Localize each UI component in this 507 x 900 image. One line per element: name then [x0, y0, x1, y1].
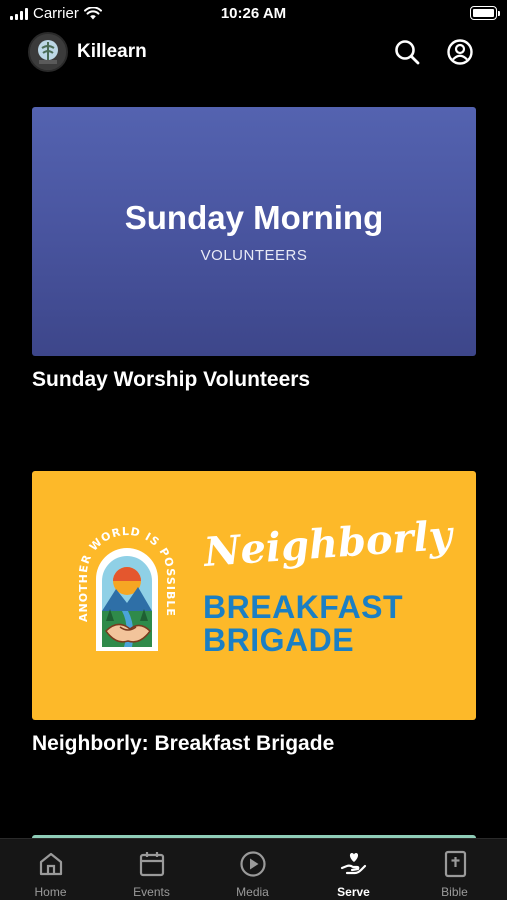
home-icon — [39, 852, 63, 876]
tab-home[interactable]: Home — [0, 839, 101, 900]
serve-card[interactable]: Sunday Morning VOLUNTEERS Sunday Worship… — [32, 107, 476, 392]
image-script-title: Neighborly — [202, 511, 454, 576]
tab-label: Media — [236, 885, 269, 899]
tab-label: Events — [133, 885, 170, 899]
status-time: 10:26 AM — [220, 5, 287, 22]
image-subline: VOLUNTEERS — [200, 247, 308, 264]
serve-card[interactable]: ANOTHER WORLD IS POSSIBLE Neighborly BRE… — [32, 471, 476, 756]
calendar-icon — [139, 852, 165, 877]
app-name: Killearn — [77, 41, 147, 62]
image-line-2: BRIGADE — [203, 622, 355, 658]
church-logo[interactable] — [28, 32, 68, 72]
tab-label: Serve — [337, 885, 370, 899]
tab-serve[interactable]: Serve — [303, 839, 404, 900]
image-headline: Sunday Morning — [124, 199, 384, 236]
tab-media[interactable]: Media — [202, 839, 303, 900]
card-title[interactable]: Sunday Worship Volunteers — [32, 368, 476, 392]
serve-hand-icon — [340, 853, 367, 875]
logo-emblem-icon — [30, 34, 66, 70]
app-header: Killearn — [0, 28, 507, 78]
tab-label: Home — [34, 885, 67, 899]
battery-icon — [470, 6, 500, 20]
image-line-1: BREAKFAST — [203, 589, 404, 625]
card-image[interactable]: Sunday Morning VOLUNTEERS — [32, 107, 476, 356]
card-image[interactable]: ANOTHER WORLD IS POSSIBLE Neighborly BRE… — [32, 471, 476, 720]
bible-icon — [444, 850, 467, 878]
tab-bar: Home Events Media Serve Bible — [0, 838, 507, 900]
tab-events[interactable]: Events — [101, 839, 202, 900]
serve-feed: Sunday Morning VOLUNTEERS Sunday Worship… — [0, 78, 507, 838]
tab-label: Bible — [441, 885, 468, 899]
status-bar: Carrier 10:26 AM — [0, 0, 507, 28]
account-icon[interactable] — [446, 38, 474, 66]
tab-bible[interactable]: Bible — [404, 839, 505, 900]
search-icon[interactable] — [393, 38, 421, 66]
play-icon — [240, 851, 266, 877]
card-title[interactable]: Neighborly: Breakfast Brigade — [32, 732, 476, 756]
world-possible-badge-icon: ANOTHER WORLD IS POSSIBLE — [77, 525, 176, 651]
